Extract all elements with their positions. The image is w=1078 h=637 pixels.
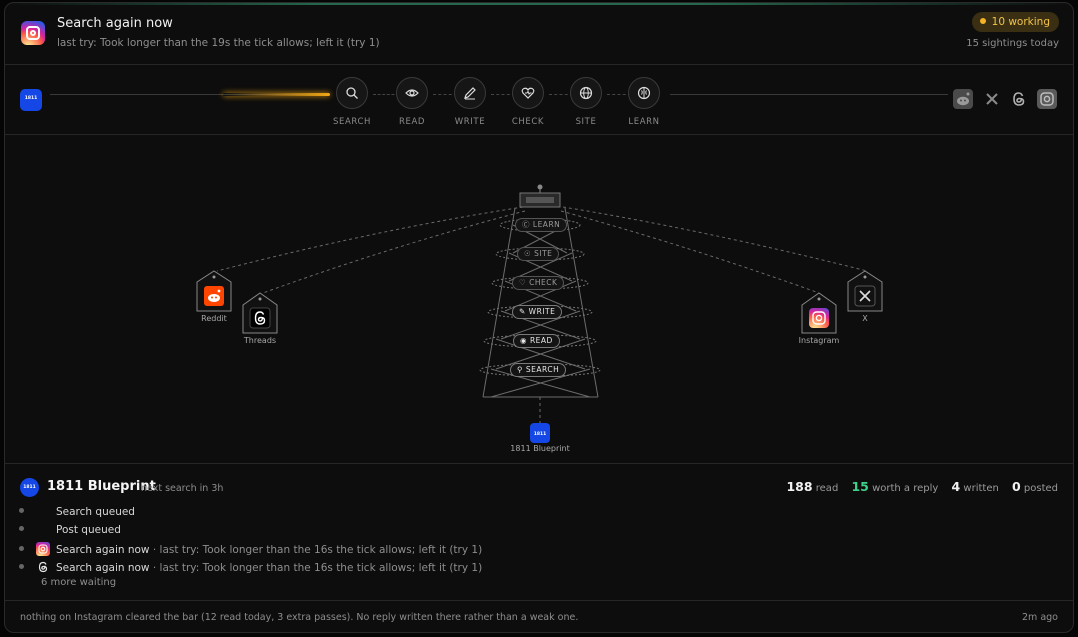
rung-search-label: SEARCH: [525, 365, 560, 374]
posted-count: 0: [1012, 479, 1021, 494]
queue-item[interactable]: Search again now · last try: Took longer…: [19, 542, 482, 556]
task-header: Search again now last try: Took longer t…: [5, 3, 1073, 65]
instagram-icon[interactable]: [1037, 89, 1057, 109]
rung-read[interactable]: ◉ READ: [513, 334, 560, 348]
sightings-count: 15 sightings today: [966, 38, 1059, 49]
status-time: 2m ago: [1022, 612, 1058, 623]
bullet-icon: [19, 526, 24, 531]
threads-node-label: Threads: [243, 336, 277, 345]
blueprint-node-icon: 1811: [530, 423, 550, 443]
step-write[interactable]: WRITE: [440, 77, 500, 127]
eye-icon: [405, 89, 419, 97]
queue-item-meta: · last try: Took longer than the 16s the…: [149, 544, 483, 556]
queue-item-title: Search again now: [56, 562, 150, 574]
queue-item-meta: · last try: Took longer than the 16s the…: [149, 562, 483, 574]
more-waiting[interactable]: 6 more waiting: [41, 577, 116, 588]
written-count: 4: [951, 479, 961, 494]
reddit-node-icon: [204, 286, 224, 306]
step-site[interactable]: SITE: [556, 77, 616, 127]
queue-item[interactable]: Post queued: [19, 524, 121, 536]
step-read-label: READ: [398, 117, 426, 127]
worth-count: 15: [851, 479, 869, 494]
threads-icon[interactable]: [1009, 89, 1029, 109]
step-read[interactable]: READ: [382, 77, 442, 127]
pipeline-track-right: [670, 94, 948, 95]
status-message: nothing on Instagram cleared the bar (12…: [20, 612, 579, 623]
pipeline-tower-diagram: 1811 Ⓒ LEARN ☉ SITE ♡ CHECK ✎ WRITE ◉ RE…: [5, 135, 1073, 463]
posted-label: posted: [1023, 483, 1058, 494]
pipeline-progress: [223, 93, 330, 96]
rung-check-label: CHECK: [529, 278, 558, 287]
rung-site-label: SITE: [534, 249, 553, 258]
step-search[interactable]: SEARCH: [322, 77, 382, 127]
rung-write[interactable]: ✎ WRITE: [512, 305, 563, 319]
brain-icon: [637, 86, 651, 100]
queue-item[interactable]: Search again now · last try: Took longer…: [19, 560, 482, 574]
instagram-icon: [21, 21, 45, 45]
rung-site[interactable]: ☉ SITE: [517, 247, 560, 261]
activity-panel: Search again now last try: Took longer t…: [4, 2, 1074, 633]
worth-label: worth a reply: [872, 483, 939, 494]
blueprint-avatar-icon: [20, 478, 39, 497]
base-node-label: 1811 Blueprint: [510, 444, 570, 453]
rung-write-label: WRITE: [528, 307, 556, 316]
queue-item-title: Search queued: [56, 506, 135, 518]
instagram-icon: [36, 542, 50, 556]
read-count: 188: [786, 479, 813, 494]
stats-row: 188 read 15 worth a reply 4 written 0 po…: [776, 479, 1058, 494]
step-learn-label: LEARN: [628, 117, 660, 127]
pencil-icon: [464, 87, 476, 100]
x-node-icon: [854, 285, 876, 307]
bullet-icon: [19, 564, 24, 569]
rung-learn[interactable]: Ⓒ LEARN: [515, 218, 568, 232]
x-icon[interactable]: [982, 89, 1002, 109]
rung-check[interactable]: ♡ CHECK: [512, 276, 565, 290]
instagram-node-label: Instagram: [798, 336, 840, 345]
svg-text:1811: 1811: [534, 431, 547, 437]
step-check[interactable]: CHECK: [498, 77, 558, 127]
working-badge-label: 10 working: [991, 16, 1050, 28]
step-learn[interactable]: LEARN: [614, 77, 674, 127]
globe-icon: [579, 86, 593, 100]
step-search-label: SEARCH: [333, 117, 371, 127]
threads-icon: [38, 561, 48, 573]
step-write-label: WRITE: [454, 117, 486, 127]
search-icon: [346, 87, 358, 99]
next-search: next search in 3h: [141, 483, 224, 494]
rung-learn-label: LEARN: [532, 220, 561, 229]
reddit-icon[interactable]: [953, 89, 973, 109]
status-dot-icon: [979, 18, 986, 24]
bullet-icon: [19, 546, 24, 551]
rung-search[interactable]: ⚲ SEARCH: [510, 363, 567, 377]
queue-item[interactable]: Search queued: [19, 506, 135, 518]
queue-item-title: Post queued: [56, 524, 121, 536]
pipeline-bar: SEARCH READ WRITE CHECK SITE LEARN: [5, 65, 1073, 135]
reddit-node-label: Reddit: [201, 314, 227, 323]
blueprint-logo-icon[interactable]: [20, 89, 42, 111]
x-node-label: X: [862, 314, 868, 323]
task-subtitle: last try: Took longer than the 19s the t…: [57, 37, 380, 49]
status-bar: nothing on Instagram cleared the bar (12…: [5, 600, 1073, 632]
read-label: read: [815, 483, 839, 494]
account-name: 1811 Blueprint: [47, 479, 156, 494]
step-check-label: CHECK: [511, 117, 545, 127]
tower-graphic: 1811: [196, 184, 883, 443]
step-site-label: SITE: [575, 117, 597, 127]
rung-read-label: READ: [529, 336, 553, 345]
queue-item-title: Search again now: [56, 544, 150, 556]
heart-check-icon: [521, 87, 535, 99]
queue-section: 1811 Blueprint next search in 3h 188 rea…: [5, 463, 1073, 600]
task-title: Search again now: [57, 16, 173, 31]
written-label: written: [963, 483, 999, 494]
bullet-icon: [19, 508, 24, 513]
working-badge[interactable]: 10 working: [971, 12, 1059, 32]
